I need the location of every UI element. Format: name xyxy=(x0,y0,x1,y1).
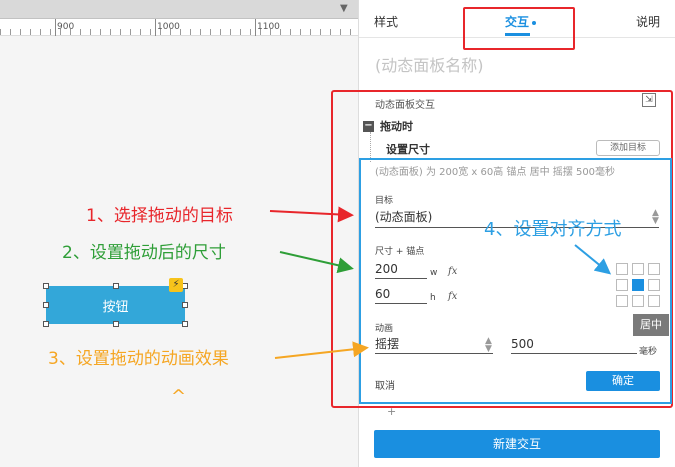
resize-handle[interactable] xyxy=(182,302,188,308)
ruler-label: 1100 xyxy=(257,22,280,32)
resize-handle[interactable] xyxy=(113,321,119,327)
resize-handle[interactable] xyxy=(43,302,49,308)
design-canvas[interactable]: ▼ 900 1000 1100 按钮 ⚡ 1、选择拖动的目标 2、设置拖动后的尺… xyxy=(0,0,358,467)
widget-name-field[interactable]: (动态面板名称) xyxy=(375,52,484,76)
ruler-label: 1000 xyxy=(157,22,180,32)
tab-highlight-box xyxy=(463,7,575,50)
dynamic-panel-widget[interactable]: 按钮 xyxy=(46,286,185,324)
annotation-step4: 4、设置对齐方式 xyxy=(484,219,622,240)
resize-handle[interactable] xyxy=(43,283,49,289)
chevron-down-icon[interactable]: ▼ xyxy=(340,3,348,14)
ruler-major-tick xyxy=(255,19,256,36)
top-toolbar-strip xyxy=(0,0,358,19)
widget-label: 按钮 xyxy=(102,299,129,315)
annotation-step1: 1、选择拖动的目标 xyxy=(86,206,233,226)
resize-handle[interactable] xyxy=(43,321,49,327)
ruler-major-tick xyxy=(55,19,56,36)
ruler-major-tick xyxy=(155,19,156,36)
resize-handle[interactable] xyxy=(182,321,188,327)
annotation-step3: 3、设置拖动的动画效果 xyxy=(48,349,229,369)
resize-handle[interactable] xyxy=(113,283,119,289)
annotation-step2: 2、设置拖动后的尺寸 xyxy=(62,243,226,263)
action-editor-highlight-box xyxy=(359,158,672,404)
lightning-icon[interactable]: ⚡ xyxy=(169,278,183,292)
tab-notes[interactable]: 说明 xyxy=(636,13,660,30)
tab-style[interactable]: 样式 xyxy=(374,13,398,30)
caret-mark: ^ xyxy=(171,386,187,407)
new-interaction-button[interactable]: 新建交互 xyxy=(374,430,660,458)
ruler-label: 900 xyxy=(57,22,75,32)
